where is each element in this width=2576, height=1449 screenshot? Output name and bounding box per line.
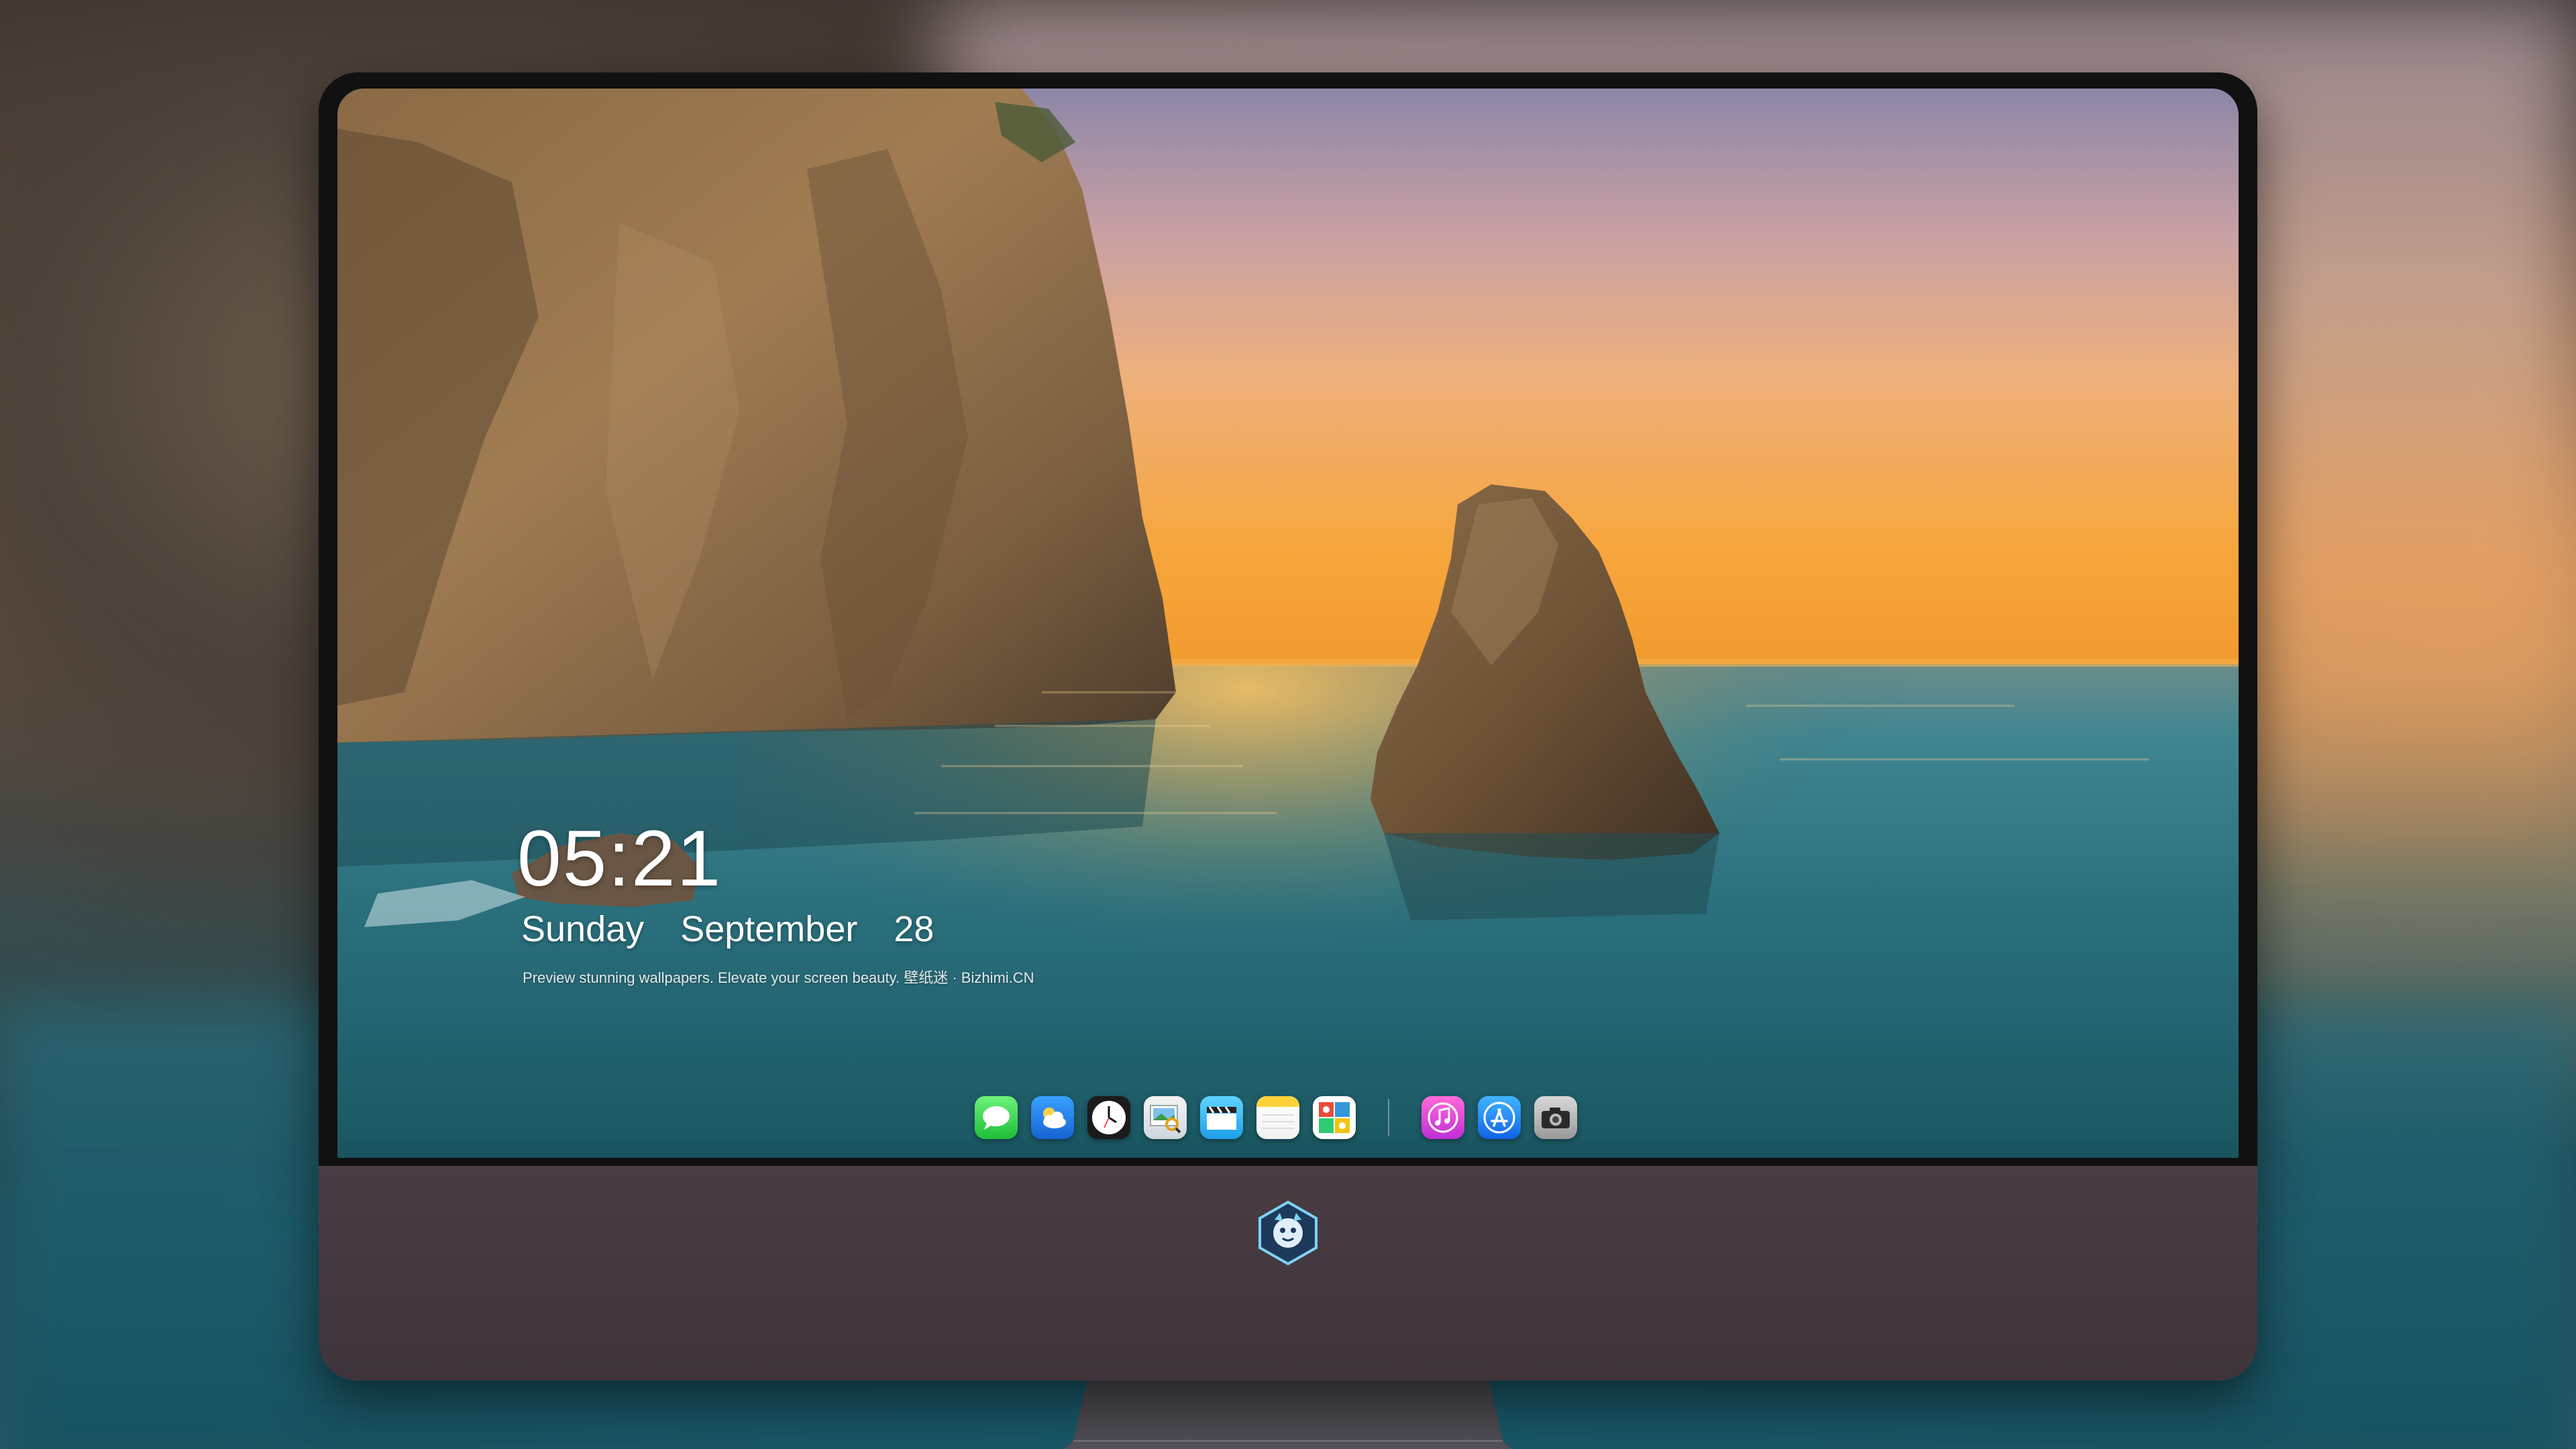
clips-app-icon[interactable]	[1200, 1096, 1243, 1139]
wallpaper-image	[337, 89, 2239, 1158]
lock-screen[interactable]: 05:21 Sunday September 28 Preview stunni…	[337, 89, 2239, 1158]
clapperboard-icon	[1207, 1106, 1236, 1130]
monitor: 05:21 Sunday September 28 Preview stunni…	[319, 72, 2257, 1449]
music-app-icon[interactable]	[1421, 1096, 1464, 1139]
music-note-icon	[1428, 1102, 1458, 1133]
monitor-chin	[319, 1166, 2257, 1381]
camera-icon	[1542, 1108, 1570, 1128]
app-store-icon	[1483, 1102, 1515, 1134]
lock-screen-tagline: Preview stunning wallpapers. Elevate you…	[523, 969, 1034, 986]
cloud-icon	[1043, 1108, 1066, 1128]
dock	[975, 1091, 1577, 1144]
date-day: 28	[894, 909, 934, 949]
desktop-background: 05:21 Sunday September 28 Preview stunni…	[0, 0, 2576, 1449]
photo-loupe-icon	[1150, 1105, 1181, 1134]
notes-app-icon[interactable]	[1256, 1096, 1299, 1139]
dock-separator	[1388, 1099, 1389, 1136]
notepad-icon	[1256, 1096, 1299, 1129]
weather-app-icon[interactable]	[1031, 1096, 1074, 1139]
monitor-bezel: 05:21 Sunday September 28 Preview stunni…	[319, 72, 2257, 1166]
clock-icon	[1092, 1101, 1126, 1134]
date-weekday: Sunday	[521, 909, 645, 949]
app-store-app-icon[interactable]	[1478, 1096, 1521, 1139]
photo-grid-icon	[1319, 1102, 1350, 1133]
camera-app-icon[interactable]	[1534, 1096, 1577, 1139]
kirin-mascot-logo	[1258, 1200, 1318, 1266]
lock-screen-date: Sunday September 28	[521, 908, 934, 950]
speech-bubble-icon	[983, 1106, 1010, 1130]
messages-app-icon[interactable]	[975, 1096, 1018, 1139]
monitor-stand	[1064, 1381, 1512, 1449]
lock-screen-clock: 05:21	[517, 814, 722, 903]
photo-booth-app-icon[interactable]	[1313, 1096, 1356, 1139]
date-month: September	[680, 909, 858, 949]
clock-app-icon[interactable]	[1087, 1096, 1130, 1139]
preview-app-icon[interactable]	[1144, 1096, 1187, 1139]
